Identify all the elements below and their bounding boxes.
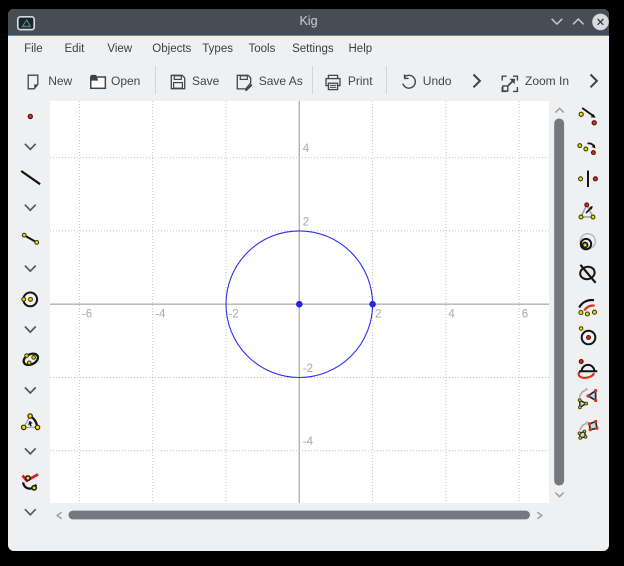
- svg-text:-4: -4: [155, 308, 166, 320]
- svg-text:4: 4: [448, 308, 455, 320]
- svg-text:2: 2: [303, 216, 309, 228]
- svg-text:4: 4: [303, 143, 310, 155]
- svg-text:-4: -4: [303, 436, 314, 448]
- svg-text:-2: -2: [229, 308, 239, 320]
- svg-text:-6: -6: [82, 308, 92, 320]
- svg-text:2: 2: [375, 308, 381, 320]
- svg-text:-2: -2: [303, 363, 313, 375]
- svg-text:6: 6: [522, 308, 528, 320]
